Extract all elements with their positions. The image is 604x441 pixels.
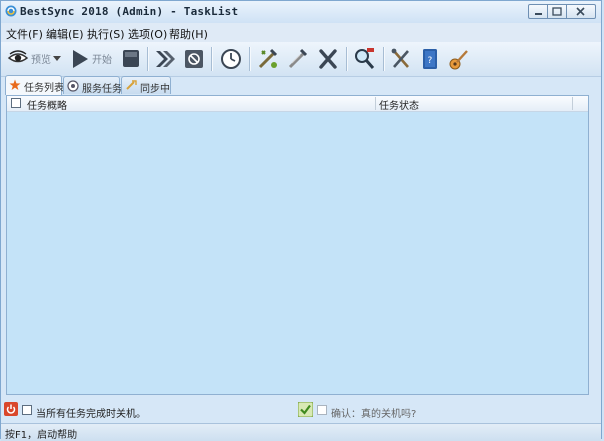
menu-file[interactable]: 文件(F) [6, 26, 43, 42]
clock-icon [221, 49, 241, 69]
tab-service-tasks[interactable]: 服务任务 [63, 76, 122, 95]
status-text: 按F1，启动帮助 [5, 430, 78, 441]
close-icon [576, 7, 585, 16]
confirm-shutdown-label: 确认：真的关机吗? [331, 409, 417, 420]
confirm-check-icon [298, 402, 313, 417]
confirm-shutdown-checkbox[interactable] [317, 405, 327, 415]
minimize-icon [535, 13, 542, 15]
app-window: BestSync 2018 (Admin) - TaskList 文件(F) 编… [0, 0, 602, 441]
about-button[interactable] [447, 45, 471, 73]
window-title: BestSync 2018 (Admin) - TaskList [20, 5, 239, 18]
play-icon [73, 50, 88, 68]
stop-icon [123, 50, 139, 67]
caret-down-icon [53, 56, 61, 61]
toolbar-separator [383, 47, 385, 71]
stop-button[interactable] [120, 45, 142, 73]
tools-icon [391, 48, 409, 68]
cancel-box-icon [185, 50, 203, 68]
schedule-button[interactable] [219, 45, 243, 73]
eye-icon [7, 50, 29, 63]
column-header-status[interactable]: 任务状态 [379, 97, 419, 112]
maximize-button[interactable] [547, 4, 567, 19]
magnifier-icon [355, 48, 375, 69]
menu-edit[interactable]: 编辑(E) [46, 26, 84, 42]
power-icon [4, 402, 18, 416]
tab-task-list-label: 任务列表 [24, 83, 64, 94]
edit-task-icon [288, 48, 308, 69]
new-task-button[interactable] [256, 45, 280, 73]
list-header: 任务概略 任务状态 [7, 96, 588, 112]
footer-options: 当所有任务完成时关机。 确认：真的关机吗? [1, 397, 601, 423]
toolbar: 预览 开始 ? [1, 42, 601, 77]
book-icon: ? [423, 49, 437, 69]
minimize-button[interactable] [528, 4, 548, 19]
star-icon [9, 79, 21, 90]
task-list[interactable]: 任务概略 任务状态 [6, 95, 589, 395]
sync-icon [126, 80, 137, 90]
shutdown-checkbox[interactable] [22, 405, 32, 415]
edit-task-button[interactable] [286, 45, 310, 73]
title-bar[interactable]: BestSync 2018 (Admin) - TaskList [1, 1, 601, 23]
next-button[interactable] [153, 45, 177, 73]
toolbar-separator [346, 47, 348, 71]
column-divider[interactable] [375, 97, 376, 110]
shutdown-label: 当所有任务完成时关机。 [36, 409, 146, 420]
tab-service-tasks-label: 服务任务 [82, 84, 122, 95]
tab-syncing-label: 同步中 [140, 84, 170, 95]
toolbar-separator [211, 47, 213, 71]
guitar-icon [449, 50, 468, 70]
cancel-task-button[interactable] [183, 45, 205, 73]
menu-options[interactable]: 选项(O) [128, 26, 167, 42]
service-icon [67, 80, 79, 92]
restore-icon [552, 7, 562, 16]
double-chevron-icon [156, 51, 175, 67]
delete-task-button[interactable] [316, 45, 340, 73]
start-button[interactable] [70, 45, 90, 73]
menu-execute[interactable]: 执行(S) [87, 26, 125, 42]
tools-button[interactable] [389, 45, 413, 73]
find-button[interactable] [353, 45, 377, 73]
column-header-summary[interactable]: 任务概略 [27, 97, 67, 112]
delete-icon [319, 49, 337, 69]
menu-help[interactable]: 帮助(H) [169, 26, 208, 42]
new-task-icon [258, 48, 278, 69]
tab-strip: 任务列表 服务任务 同步中 [5, 75, 595, 95]
tab-task-list[interactable]: 任务列表 [5, 75, 64, 95]
preview-button[interactable] [7, 45, 29, 73]
start-label: 开始 [92, 55, 112, 66]
menu-bar: 文件(F) 编辑(E) 执行(S) 选项(O) 帮助(H) [1, 23, 601, 42]
svg-text:?: ? [428, 56, 433, 66]
status-bar: 按F1，启动帮助 [1, 423, 601, 441]
column-divider[interactable] [572, 97, 573, 110]
preview-dropdown[interactable] [52, 45, 62, 73]
close-button[interactable] [566, 4, 596, 19]
app-logo-icon [5, 5, 17, 17]
tab-syncing[interactable]: 同步中 [121, 76, 171, 95]
preview-label: 预览 [31, 55, 51, 66]
toolbar-separator [147, 47, 149, 71]
help-book-button[interactable]: ? [419, 45, 441, 73]
select-all-checkbox[interactable] [11, 98, 21, 108]
toolbar-separator [249, 47, 251, 71]
